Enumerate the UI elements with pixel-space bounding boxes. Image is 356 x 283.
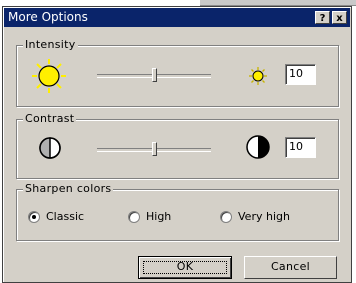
radio-selected-dot	[32, 214, 36, 219]
intensity-group: Intensity 10	[16, 38, 339, 107]
radio-high-label[interactable]: High	[146, 210, 171, 223]
contrast-label: Contrast	[23, 112, 77, 126]
ok-button[interactable]: OK	[138, 256, 232, 279]
radio-classic[interactable]: Classic	[28, 210, 84, 223]
close-icon: x	[336, 13, 343, 24]
radio-circle[interactable]	[128, 210, 140, 223]
close-button[interactable]: x	[332, 11, 347, 24]
dim-sun-icon	[249, 67, 267, 85]
cancel-button[interactable]: Cancel	[244, 256, 337, 279]
radio-classic-label[interactable]: Classic	[46, 210, 84, 223]
contrast-group: Contrast 10	[16, 112, 339, 179]
bright-sun-icon	[32, 59, 66, 93]
radio-very-high[interactable]: Very high	[220, 210, 290, 223]
cancel-button-label: Cancel	[270, 260, 311, 273]
intensity-label: Intensity	[23, 38, 78, 52]
more-options-dialog: More Options ? x Intensity 10 Contrast 1…	[2, 6, 352, 283]
window-title: More Options	[8, 10, 88, 24]
radio-very-high-label[interactable]: Very high	[238, 210, 290, 223]
contrast-value-field[interactable]: 10	[285, 137, 316, 158]
title-bar[interactable]: More Options ? x	[4, 8, 350, 27]
radio-circle[interactable]	[28, 210, 40, 223]
intensity-slider-thumb[interactable]	[151, 68, 157, 82]
high-contrast-icon	[246, 135, 270, 159]
help-button[interactable]: ?	[315, 11, 330, 24]
low-contrast-icon	[39, 137, 61, 159]
radio-circle[interactable]	[220, 210, 232, 223]
radio-high[interactable]: High	[128, 210, 171, 223]
intensity-value-field[interactable]: 10	[285, 64, 316, 85]
sharpen-colors-label: Sharpen colors	[23, 182, 114, 196]
focus-ring	[143, 261, 227, 274]
sharpen-colors-group: Sharpen colors Classic High Very high	[16, 182, 339, 241]
contrast-slider-thumb[interactable]	[151, 142, 157, 156]
help-icon: ?	[319, 13, 326, 24]
